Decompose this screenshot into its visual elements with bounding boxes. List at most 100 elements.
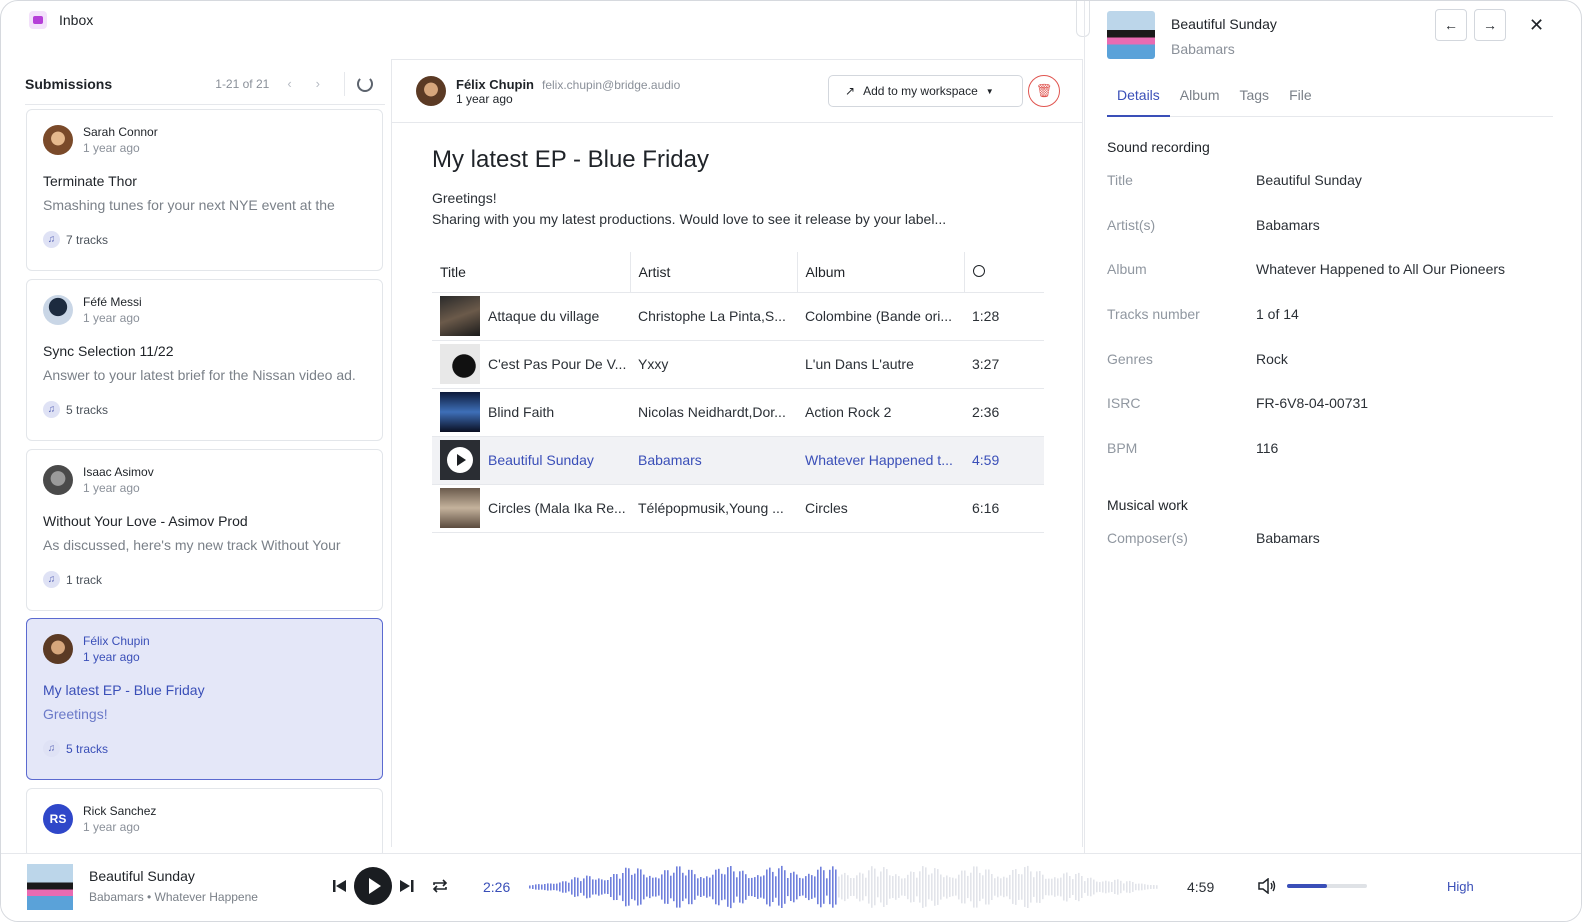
waveform-bar [889, 875, 891, 899]
waveform-bar [742, 870, 744, 904]
tab-tags[interactable]: Tags [1229, 85, 1279, 117]
track-album: Whatever Happened t... [797, 436, 964, 485]
column-header-duration[interactable] [963, 252, 1044, 293]
waveform-bar [814, 876, 816, 898]
repeat-icon[interactable] [432, 879, 448, 893]
waveform-bar [568, 882, 570, 892]
waveform-bar [571, 879, 573, 895]
submission-subject: Sync Selection 11/22 [43, 343, 174, 359]
waveform-bar [1084, 881, 1086, 893]
waveform-bar [1090, 877, 1092, 897]
waveform-bar [1039, 871, 1041, 903]
sent-ago: 1 year ago [83, 820, 140, 834]
waveform-bar [598, 878, 600, 896]
inbox-icon [29, 11, 47, 29]
avatar [43, 634, 73, 664]
track-title: Circles (Mala Ika Re... [488, 500, 626, 516]
submission-card[interactable]: Féfé Messi 1 year ago Sync Selection 11/2… [26, 279, 383, 441]
column-header-title[interactable]: Title [432, 252, 630, 293]
waveform-bar [733, 871, 735, 903]
sender-name: Sarah Connor [83, 125, 158, 139]
waveform-bar [601, 879, 603, 895]
close-icon[interactable]: ✕ [1529, 15, 1544, 36]
waveform-bar [787, 878, 789, 897]
details-track-title: Beautiful Sunday [1171, 16, 1277, 32]
column-header-artist[interactable]: Artist [629, 252, 797, 293]
waveform-bar [592, 879, 594, 895]
chevron-right-icon[interactable]: › [316, 76, 320, 91]
waveform-bar [565, 881, 567, 893]
waveform-bar [553, 883, 555, 891]
waveform-bar [967, 875, 969, 899]
delete-button[interactable]: 🗑 [1028, 75, 1060, 107]
previous-track-button[interactable]: ← [1435, 9, 1467, 41]
track-count: 5 tracks [66, 402, 109, 417]
waveform-bar [1000, 878, 1002, 896]
volume-slider[interactable] [1287, 884, 1367, 888]
waveform-bar [745, 874, 747, 900]
skip-forward-icon[interactable] [400, 880, 414, 892]
waveform-bar [580, 881, 582, 893]
table-row[interactable]: Attaque du village Christophe La Pinta,S… [432, 292, 1044, 341]
waveform-bar [718, 868, 720, 906]
play-button[interactable] [354, 867, 392, 905]
waveform-bar [760, 876, 762, 898]
submissions-label: Submissions [25, 75, 113, 92]
submissions-panel: Submissions 1-21 of 21 ‹ › Sarah Connor 1… [25, 63, 385, 863]
waveform-bar [763, 875, 765, 899]
waveform-bar [655, 877, 657, 897]
section-sound-recording: Sound recording [1107, 139, 1210, 155]
waveform-bar [538, 884, 540, 890]
add-to-workspace-button[interactable]: ↗ Add to my workspace ▼ [828, 75, 1023, 107]
skip-back-icon[interactable] [333, 880, 347, 892]
submission-card-selected[interactable]: Félix Chupin 1 year ago My latest EP - Bl… [26, 618, 383, 780]
waveform-bar [1030, 871, 1032, 903]
tab-album[interactable]: Album [1170, 85, 1230, 117]
submission-card[interactable]: Isaac Asimov 1 year ago Without Your Love… [26, 449, 383, 611]
waveform-bar [778, 868, 780, 906]
waveform-bar [670, 875, 672, 899]
music-note-icon: ♫ [43, 231, 60, 248]
waveform-bar [1063, 873, 1065, 901]
tab-details[interactable]: Details [1107, 85, 1170, 117]
waveform-bar [1015, 869, 1017, 905]
waveform-bar [925, 867, 927, 907]
field-composers: Composer(s) Babamars [1107, 530, 1553, 546]
waveform-bar [589, 876, 591, 898]
waveform-bar [637, 868, 639, 906]
details-tabs: Details Album Tags File [1107, 85, 1553, 117]
quality-toggle[interactable]: High [1447, 879, 1474, 894]
waveform-bar [916, 877, 918, 897]
refresh-icon[interactable] [357, 75, 373, 92]
next-track-button[interactable]: → [1474, 9, 1506, 41]
chevron-left-icon[interactable]: ‹ [287, 76, 291, 91]
waveform-bar [928, 874, 930, 900]
play-overlay[interactable] [440, 440, 480, 480]
table-row[interactable]: Blind Faith Nicolas Neidhardt,Dor... Act… [432, 388, 1044, 437]
waveform-bar [703, 878, 705, 896]
waveform-bar [823, 870, 825, 904]
waveform-bar [1123, 883, 1125, 891]
waveform-bar [1045, 878, 1047, 896]
volume-icon[interactable] [1258, 878, 1276, 894]
column-header-album[interactable]: Album [796, 252, 964, 293]
submission-card[interactable]: RS Rick Sanchez 1 year ago [26, 788, 383, 858]
waveform-scrubber[interactable] [529, 864, 1159, 910]
waveform-bar [685, 875, 687, 899]
tab-file[interactable]: File [1279, 85, 1322, 117]
field-album: Album Whatever Happened to All Our Pionee… [1107, 261, 1553, 277]
table-row[interactable]: C'est Pas Pour De V... Yxxy L'un Dans L'… [432, 340, 1044, 389]
details-panel: Beautiful Sunday Babamars ← → ✕ Details … [1084, 1, 1581, 853]
table-row[interactable]: Circles (Mala Ika Re... Télépopmusik,You… [432, 484, 1044, 533]
track-title: Blind Faith [488, 404, 555, 420]
message-header: Félix Chupin felix.chupin@bridge.audio 1 … [392, 60, 1082, 123]
table-row-playing[interactable]: Beautiful Sunday Babamars Whatever Happe… [432, 436, 1044, 485]
waveform-bar [829, 869, 831, 905]
waveform-bar [961, 870, 963, 904]
waveform-bar [997, 876, 999, 898]
waveform-bar [1111, 882, 1113, 892]
submission-card[interactable]: Sarah Connor 1 year ago Terminate Thor Sm… [26, 109, 383, 271]
waveform-bar [724, 874, 726, 900]
sent-ago: 1 year ago [83, 650, 140, 664]
waveform-bar [535, 884, 537, 890]
